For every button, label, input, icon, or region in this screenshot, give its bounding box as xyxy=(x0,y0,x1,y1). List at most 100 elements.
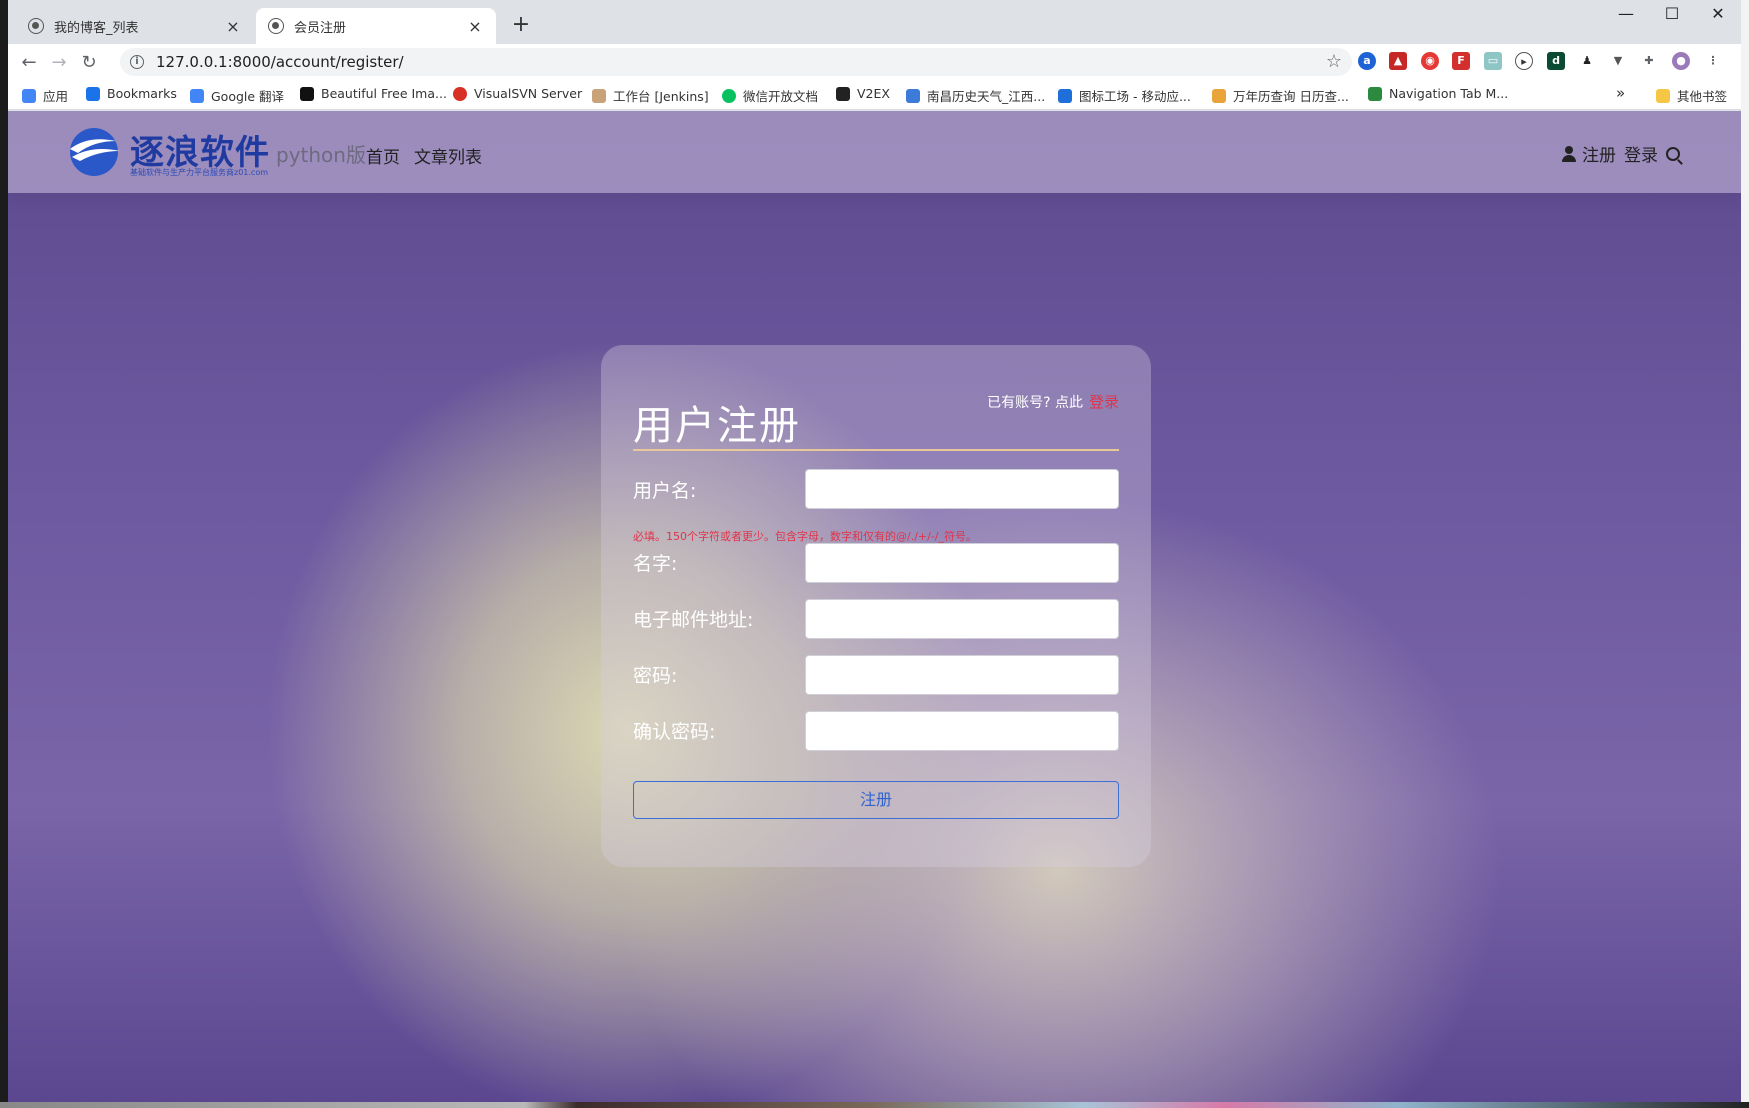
new-tab-button[interactable]: + xyxy=(508,12,534,38)
tab-title: 会员注册 xyxy=(294,20,347,36)
bookmark-navigation-tab[interactable]: Navigation Tab M... xyxy=(1368,86,1508,101)
v2ex-icon xyxy=(836,86,850,101)
nav-articles-link[interactable]: 文章列表 xyxy=(414,143,482,168)
username-input[interactable] xyxy=(805,469,1119,509)
edition-label: python版 xyxy=(276,143,366,167)
tab-blog-list[interactable]: 我的博客_列表 × xyxy=(16,8,254,44)
page-viewport: 逐浪软件 基础软件与生产力平台服务商z01.com python版 首页 文章列… xyxy=(8,111,1741,1102)
globe-icon xyxy=(28,18,44,34)
bookmark-label: Google 翻译 xyxy=(211,89,285,104)
bookmark-google-translate[interactable]: Google 翻译 xyxy=(190,86,284,105)
window-close-button[interactable]: ✕ xyxy=(1698,4,1738,23)
kebab-menu-icon[interactable]: ⋮ xyxy=(1704,52,1722,70)
profile-avatar-icon[interactable]: ● xyxy=(1672,52,1690,70)
calendar-icon xyxy=(1212,88,1226,103)
globe-icon xyxy=(268,18,284,34)
nav-home-link[interactable]: 首页 xyxy=(366,143,400,168)
tab-close-icon[interactable]: × xyxy=(224,17,242,36)
fe-extension-icon[interactable]: F xyxy=(1452,52,1470,70)
vue-extension-icon[interactable]: ▼ xyxy=(1609,52,1627,70)
password-input[interactable] xyxy=(805,655,1119,695)
camera-icon xyxy=(300,86,314,101)
tab-close-icon[interactable]: × xyxy=(466,17,484,36)
bookmarks-overflow-button[interactable]: » xyxy=(1616,84,1625,102)
header-user-actions: 注册 登录 xyxy=(1562,141,1680,166)
email-input[interactable] xyxy=(805,599,1119,639)
bookmark-label: Bookmarks xyxy=(107,86,177,101)
extension-icon[interactable]: a xyxy=(1358,52,1376,70)
bookmark-jenkins[interactable]: 工作台 [Jenkins] xyxy=(592,86,709,105)
wechat-icon xyxy=(722,88,736,103)
bookmark-label: Navigation Tab M... xyxy=(1389,86,1509,101)
url-text: 127.0.0.1:8000/account/register/ xyxy=(156,53,404,71)
screenshot-extension-icon[interactable]: ▭ xyxy=(1484,52,1502,70)
bookmark-apps[interactable]: 应用 xyxy=(22,86,68,105)
play-extension-icon[interactable]: ▸ xyxy=(1515,52,1533,70)
form-title: 用户注册 xyxy=(633,403,801,449)
login-hint: 已有账号? 点此 登录 xyxy=(987,391,1119,412)
user-icon xyxy=(1562,145,1576,162)
password-label: 密码: xyxy=(633,665,678,687)
site-header: 逐浪软件 基础软件与生产力平台服务商z01.com python版 首页 文章列… xyxy=(8,111,1741,193)
bookmark-label: 南昌历史天气_江西... xyxy=(927,89,1046,104)
puzzle-extensions-icon[interactable]: ✚ xyxy=(1640,52,1658,70)
login-hint-text: 已有账号? 点此 xyxy=(987,395,1083,411)
apps-grid-icon xyxy=(22,88,36,103)
bookmark-weather[interactable]: 南昌历史天气_江西... xyxy=(906,86,1045,105)
title-divider xyxy=(633,449,1119,451)
name-input[interactable] xyxy=(805,543,1119,583)
bookmark-wechat-docs[interactable]: 微信开放文档 xyxy=(722,86,818,105)
bookmark-star-icon[interactable]: ☆ xyxy=(1326,51,1342,72)
bookmark-label: Beautiful Free Ima... xyxy=(321,86,447,101)
browser-window: 我的博客_列表 × 会员注册 × + — ☐ ✕ ← → ↻ i 127.0.0… xyxy=(8,0,1741,1102)
taskbar-strip xyxy=(0,1102,1749,1108)
header-login-link[interactable]: 登录 xyxy=(1624,141,1658,166)
login-link[interactable]: 登录 xyxy=(1089,391,1119,412)
color-picker-extension-icon[interactable]: ◉ xyxy=(1421,52,1439,70)
other-bookmarks-folder[interactable]: 其他书签 xyxy=(1656,86,1727,105)
site-info-icon[interactable]: i xyxy=(130,55,144,69)
svn-icon xyxy=(453,86,467,101)
minimize-button[interactable]: — xyxy=(1606,4,1646,23)
bookmark-bookmarks[interactable]: Bookmarks xyxy=(86,86,177,101)
translate-icon xyxy=(190,88,204,103)
address-bar[interactable]: i 127.0.0.1:8000/account/register/ ☆ xyxy=(120,48,1352,76)
header-register-link[interactable]: 注册 xyxy=(1582,141,1616,166)
tab-strip: 我的博客_列表 × 会员注册 × + — ☐ ✕ xyxy=(8,0,1741,44)
folder-icon xyxy=(1656,88,1670,103)
django-extension-icon[interactable]: d xyxy=(1547,52,1565,70)
bookmark-visualsvn[interactable]: VisualSVN Server xyxy=(453,86,582,101)
jenkins-icon xyxy=(592,88,606,103)
register-submit-button[interactable]: 注册 xyxy=(633,781,1119,819)
qq-extension-icon[interactable]: ♟ xyxy=(1578,52,1596,70)
bookmark-label: 其他书签 xyxy=(1677,89,1728,104)
pdf-extension-icon[interactable]: ▲ xyxy=(1389,52,1407,70)
tab-title: 我的博客_列表 xyxy=(54,20,139,36)
brand-slogan: 基础软件与生产力平台服务商z01.com xyxy=(130,168,269,177)
browser-toolbar: ← → ↻ i 127.0.0.1:8000/account/register/… xyxy=(8,44,1741,80)
bookmark-label: VisualSVN Server xyxy=(474,86,583,101)
background-window-edge xyxy=(1741,0,1749,1102)
username-label: 用户名: xyxy=(633,480,697,502)
confirm-password-input[interactable] xyxy=(805,711,1119,751)
flag-icon xyxy=(1368,86,1382,101)
logo-icon[interactable] xyxy=(68,127,122,177)
bookmark-label: 万年历查询 日历查... xyxy=(1233,89,1349,104)
bookmark-label: 图标工场 - 移动应... xyxy=(1079,89,1191,104)
rh-icon xyxy=(1058,88,1072,103)
bookmark-beautiful-free-images[interactable]: Beautiful Free Ima... xyxy=(300,86,447,101)
bookmark-calendar[interactable]: 万年历查询 日历查... xyxy=(1212,86,1349,105)
reload-icon[interactable]: ↻ xyxy=(74,52,104,73)
search-icon[interactable] xyxy=(1666,146,1680,161)
bookmark-iconworks[interactable]: 图标工场 - 移动应... xyxy=(1058,86,1191,105)
star-icon xyxy=(86,86,100,101)
weather-icon xyxy=(906,88,920,103)
bookmark-v2ex[interactable]: V2EX xyxy=(836,86,890,101)
bookmark-label: 应用 xyxy=(43,89,69,104)
forward-arrow-icon[interactable]: → xyxy=(44,52,74,73)
bookmark-label: 微信开放文档 xyxy=(743,89,819,104)
maximize-button[interactable]: ☐ xyxy=(1652,4,1692,23)
bookmark-label: V2EX xyxy=(857,86,890,101)
tab-register[interactable]: 会员注册 × xyxy=(256,8,496,44)
back-arrow-icon[interactable]: ← xyxy=(14,52,44,73)
